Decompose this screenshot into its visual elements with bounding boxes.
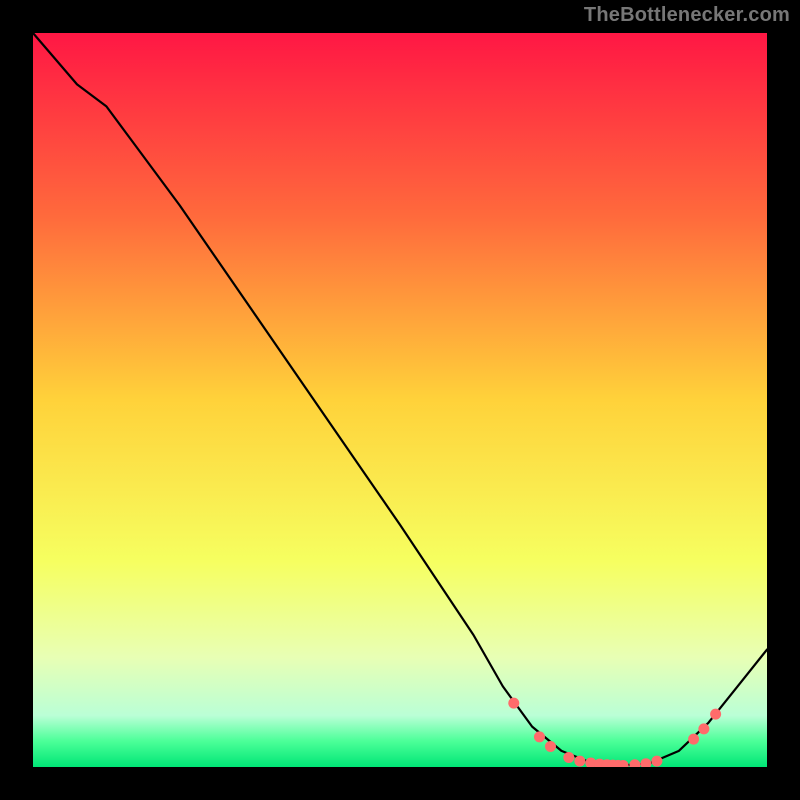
data-marker: [698, 723, 709, 734]
attribution-text: TheBottlenecker.com: [584, 4, 790, 27]
data-marker: [508, 698, 519, 709]
data-marker: [534, 731, 545, 742]
gradient-background: [33, 33, 767, 767]
data-marker: [563, 752, 574, 763]
plot-area: [33, 33, 767, 767]
data-marker: [688, 734, 699, 745]
data-marker: [710, 709, 721, 720]
data-marker: [545, 741, 556, 752]
data-marker: [651, 756, 662, 767]
data-marker: [574, 756, 585, 767]
chart-frame: TheBottlenecker.com: [0, 0, 800, 800]
chart-svg: [33, 33, 767, 767]
